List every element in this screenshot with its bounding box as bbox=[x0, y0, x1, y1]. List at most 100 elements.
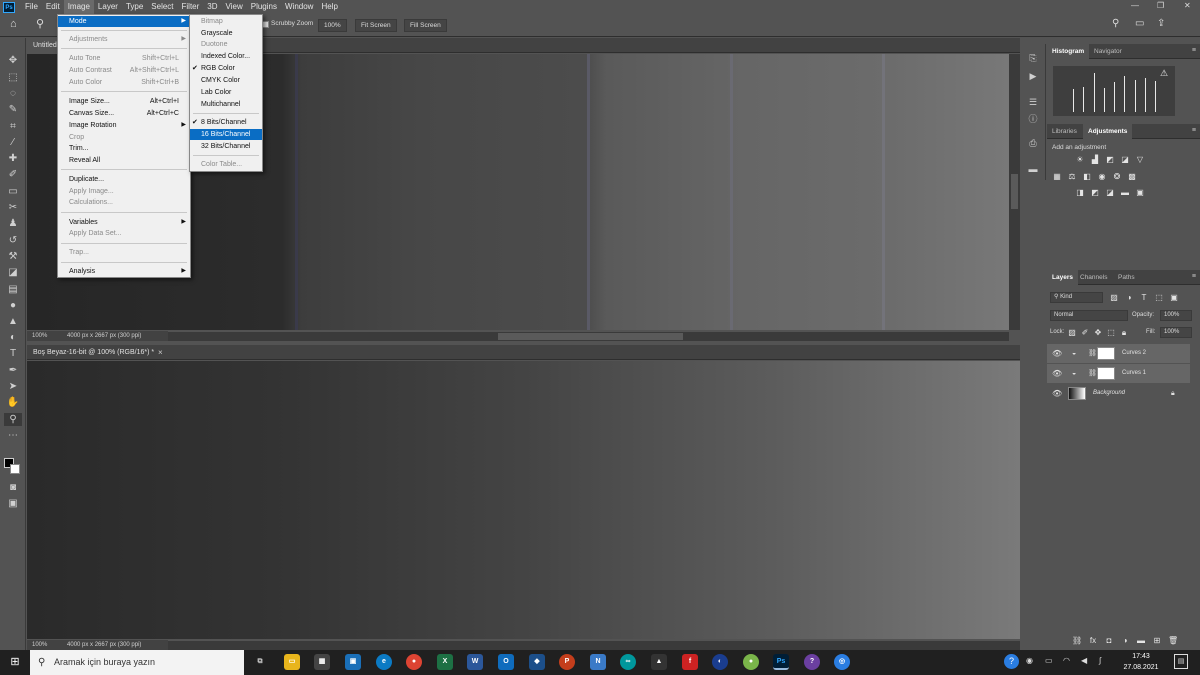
close-window-icon[interactable]: ✕ bbox=[1184, 1, 1191, 10]
selective-color-icon[interactable]: ▣ bbox=[1135, 188, 1145, 197]
visibility-eye-icon[interactable]: 👁︎ bbox=[1052, 344, 1062, 363]
layer-row-curves-1[interactable]: 👁︎ ◒ ⛓︎ Curves 1 bbox=[1047, 364, 1190, 383]
canvas-document-2[interactable] bbox=[27, 361, 1020, 639]
wifi-icon[interactable]: ◠ bbox=[1063, 656, 1070, 665]
menu-item-calculations[interactable]: Calculations... bbox=[58, 197, 190, 208]
volume-icon[interactable]: ◀ bbox=[1081, 656, 1087, 665]
menu-item-trap[interactable]: Trap... bbox=[58, 247, 190, 258]
clone-source-icon[interactable]: ⎙ bbox=[1025, 137, 1041, 149]
visibility-eye-icon[interactable]: 👁︎ bbox=[1052, 364, 1062, 383]
share-icon[interactable]: ⇪ bbox=[1157, 18, 1165, 29]
home-icon[interactable]: ⌂ bbox=[10, 18, 17, 30]
filter-shape-icon[interactable]: ⬚ bbox=[1154, 293, 1164, 302]
warning-icon[interactable]: ⚠ bbox=[1160, 68, 1168, 79]
layer-mask-thumbnail[interactable] bbox=[1097, 347, 1115, 360]
horizontal-scrollbar[interactable] bbox=[168, 332, 1009, 341]
layer-row-background[interactable]: 👁︎ Background 🔒︎ bbox=[1047, 384, 1190, 403]
actions-play-icon[interactable]: ▶ bbox=[1025, 70, 1041, 82]
adjust-sliders-icon[interactable]: ☰ bbox=[1025, 96, 1041, 108]
menu-select[interactable]: Select bbox=[147, 0, 177, 14]
fx-icon[interactable]: fx bbox=[1088, 636, 1098, 645]
excel-icon[interactable]: X bbox=[437, 654, 453, 670]
pen-tool-icon[interactable]: ✒ bbox=[4, 364, 22, 377]
help-icon[interactable]: ? bbox=[1004, 654, 1019, 669]
layer-filter-kind[interactable]: ⚲ Kind bbox=[1050, 292, 1103, 303]
restore-icon[interactable]: ❐ bbox=[1157, 1, 1164, 10]
hand-tool-icon[interactable]: ✋ bbox=[4, 396, 22, 409]
menu-item-adjustments[interactable]: Adjustments ▶ bbox=[58, 34, 190, 45]
link-layers-icon[interactable]: ⛓︎ bbox=[1072, 636, 1082, 645]
horizontal-scrollbar-2[interactable] bbox=[168, 641, 1020, 650]
photo-filter-icon[interactable]: ◉ bbox=[1097, 172, 1107, 181]
menu-plugins[interactable]: Plugins bbox=[247, 0, 281, 14]
filter-adjustment-icon[interactable]: ◑ bbox=[1124, 293, 1134, 302]
menu-item-image-size[interactable]: Image Size... Alt+Ctrl+I bbox=[58, 96, 190, 107]
scrubby-zoom-checkbox[interactable] bbox=[262, 21, 269, 28]
menu-item-analysis[interactable]: Analysis ▶ bbox=[58, 266, 190, 277]
menu-item-auto-tone[interactable]: Auto Tone Shift+Ctrl+L bbox=[58, 53, 190, 64]
background-color-swatch[interactable] bbox=[10, 464, 20, 474]
layer-thumbnail[interactable] bbox=[1068, 387, 1086, 400]
scroll-thumb[interactable] bbox=[498, 333, 683, 340]
menu-3d[interactable]: 3D bbox=[203, 0, 221, 14]
menu-window[interactable]: Window bbox=[281, 0, 317, 14]
menu-item-apply-data-set[interactable]: Apply Data Set... bbox=[58, 228, 190, 239]
notifications-icon[interactable]: ▤ bbox=[1174, 654, 1188, 669]
mode-item-indexed-color[interactable]: Indexed Color... bbox=[190, 51, 262, 62]
tab-channels[interactable]: Channels bbox=[1075, 270, 1112, 285]
gradient-map-icon[interactable]: ▬ bbox=[1120, 188, 1130, 197]
menu-item-mode[interactable]: Mode ▶ bbox=[58, 16, 190, 27]
menu-item-auto-contrast[interactable]: Auto Contrast Alt+Shift+Ctrl+L bbox=[58, 65, 190, 76]
gradient-tool-icon[interactable]: ▤ bbox=[4, 283, 22, 296]
menu-item-reveal-all[interactable]: Reveal All bbox=[58, 155, 190, 166]
blur-tool-icon[interactable]: ● bbox=[4, 299, 22, 312]
link-icon[interactable]: ⛓︎ bbox=[1088, 364, 1097, 383]
app-icon-12[interactable]: ▲ bbox=[651, 654, 667, 670]
taskbar-search-box[interactable]: ⚲ Aramak için buraya yazın bbox=[30, 650, 244, 675]
menu-help[interactable]: Help bbox=[317, 0, 341, 14]
mode-item-grayscale[interactable]: Grayscale bbox=[190, 28, 262, 39]
lasso-tool-icon[interactable]: ◌ bbox=[4, 87, 22, 100]
mode-item-32-bits[interactable]: 32 Bits/Channel bbox=[190, 141, 262, 152]
posterize-icon[interactable]: ◩ bbox=[1090, 188, 1100, 197]
pen-tray-icon[interactable]: ∫ bbox=[1099, 656, 1101, 665]
workspace-icon[interactable]: ▭ bbox=[1135, 18, 1144, 29]
menu-item-variables[interactable]: Variables ▶ bbox=[58, 217, 190, 228]
dodge-tool-icon[interactable]: ◐ bbox=[4, 331, 22, 344]
menu-edit[interactable]: Edit bbox=[42, 0, 64, 14]
tab-navigator[interactable]: Navigator bbox=[1089, 44, 1127, 59]
menu-item-crop[interactable]: Crop bbox=[58, 132, 190, 143]
channel-mixer-icon[interactable]: ❂ bbox=[1112, 172, 1122, 181]
sharpen-tool-icon[interactable]: ▲ bbox=[4, 315, 22, 328]
zoom-tool-icon[interactable]: ⚲ bbox=[4, 413, 22, 426]
exposure-icon[interactable]: ◪ bbox=[1120, 155, 1130, 164]
link-icon[interactable]: ⛓︎ bbox=[1088, 344, 1097, 363]
menu-item-apply-image[interactable]: Apply Image... bbox=[58, 186, 190, 197]
path-select-tool-icon[interactable]: ➤ bbox=[4, 380, 22, 393]
windows-start-icon[interactable]: ⊞ bbox=[0, 650, 30, 675]
menu-image[interactable]: Image bbox=[63, 0, 94, 14]
tab-libraries[interactable]: Libraries bbox=[1047, 124, 1082, 139]
vertical-scrollbar[interactable] bbox=[1009, 54, 1020, 330]
blend-mode-select[interactable]: Normal bbox=[1050, 310, 1128, 321]
hue-saturation-icon[interactable]: ▦ bbox=[1052, 172, 1062, 181]
tab-histogram[interactable]: Histogram bbox=[1047, 44, 1090, 59]
new-group-icon[interactable]: ▬ bbox=[1136, 636, 1146, 645]
arduino-icon[interactable]: ∞ bbox=[620, 654, 636, 670]
search-icon[interactable]: ⚲ bbox=[1112, 18, 1119, 29]
word-icon[interactable]: W bbox=[467, 654, 483, 670]
more-tools-icon[interactable]: ⋯ bbox=[4, 429, 22, 442]
scissors-tool-icon[interactable]: ✂ bbox=[4, 201, 22, 214]
mode-item-8-bits[interactable]: ✔ 8 Bits/Channel bbox=[190, 117, 262, 128]
filter-type-icon[interactable]: T bbox=[1139, 293, 1149, 302]
menu-type[interactable]: Type bbox=[122, 0, 147, 14]
tab-layers[interactable]: Layers bbox=[1047, 270, 1078, 285]
eyedropper-tool-icon[interactable]: ⁄ bbox=[4, 136, 22, 149]
frame-tool-icon[interactable]: ▭ bbox=[4, 185, 22, 198]
app-icon-14[interactable]: ◐ bbox=[712, 654, 728, 670]
edge-browser-icon[interactable]: e bbox=[376, 654, 392, 670]
brush-tool-icon[interactable]: ✐ bbox=[4, 168, 22, 181]
zoom-100-button[interactable]: 100% bbox=[318, 19, 347, 32]
add-mask-icon[interactable]: ◘ bbox=[1104, 636, 1114, 645]
curves-icon[interactable]: ◩ bbox=[1105, 155, 1115, 164]
